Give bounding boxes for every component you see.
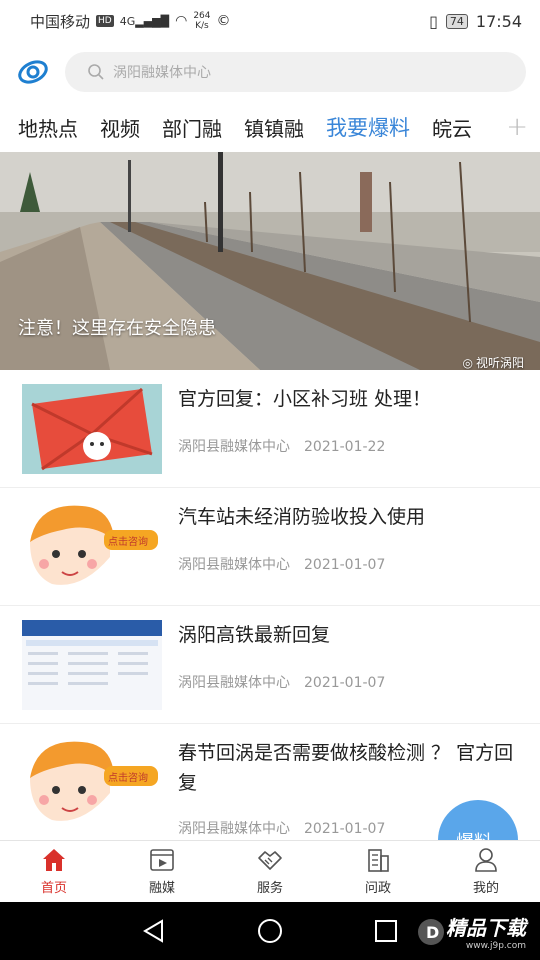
article-title: 汽车站未经消防验收投入使用 (178, 506, 426, 528)
watermark-text: 精品下载 (446, 916, 526, 940)
article-source: 涡阳县融媒体中心 (178, 821, 290, 837)
app-logo-icon[interactable] (16, 55, 50, 89)
nfc-icon: © (216, 13, 231, 29)
svg-text:D: D (426, 923, 439, 942)
search-placeholder: 涡阳融媒体中心 (113, 65, 211, 81)
tab-report[interactable]: 我要爆料 (326, 112, 410, 142)
hd-badge: HD (96, 15, 114, 27)
search-header: 涡阳融媒体中心 (0, 46, 540, 98)
article-source: 涡阳县融媒体中心 (178, 557, 290, 573)
tab-department[interactable]: 部门融 (162, 113, 222, 142)
clock: 17:54 (475, 11, 522, 31)
banner-image[interactable]: 注意！这里存在安全隐患 ◎ 视听涡阳 (0, 152, 540, 370)
carrier-label: 中国移动 (30, 12, 91, 31)
nav-label: 融媒 (148, 881, 175, 896)
article-meta: 涡阳县融媒体中心 2021-01-07 (178, 554, 385, 574)
home-icon (43, 849, 65, 871)
nav-label: 服务 (256, 881, 283, 896)
back-icon[interactable] (140, 917, 168, 945)
tab-wanyun[interactable]: 皖云 (432, 113, 472, 142)
article-source: 涡阳县融媒体中心 (178, 439, 290, 455)
handshake-icon (258, 851, 282, 870)
article-date: 2021-01-07 (304, 821, 386, 837)
article-thumbnail: 点击咨询 (22, 738, 162, 828)
article-thumbnail: 点击咨询 (22, 502, 162, 592)
thumbnail-badge: 点击咨询 (108, 773, 148, 784)
tab-video[interactable]: 视频 (100, 113, 140, 142)
article-source: 涡阳县融媒体中心 (178, 675, 290, 691)
watermark: D 精品下载 www.j9p.com (416, 912, 526, 951)
nav-service[interactable]: 服务 (216, 841, 324, 902)
list-item[interactable]: 点击咨询 汽车站未经消防验收投入使用 涡阳县融媒体中心 2021-01-07 (0, 488, 540, 606)
video-icon (150, 849, 174, 871)
article-date: 2021-01-22 (304, 439, 386, 455)
article-list: 官方回复：小区补习班 处理！ 涡阳县融媒体中心 2021-01-22 点击咨询 汽… (0, 370, 540, 840)
building-icon (368, 849, 389, 872)
nav-label: 问政 (364, 881, 391, 896)
nav-label: 首页 (40, 881, 67, 896)
list-item[interactable]: 官方回复：小区补习班 处理！ 涡阳县融媒体中心 2021-01-22 (0, 370, 540, 488)
vibrate-icon: ▯ (429, 11, 438, 31)
wechat-icon: ◎ (462, 355, 473, 370)
nav-profile[interactable]: 我的 (432, 841, 540, 902)
nav-home[interactable]: 首页 (0, 841, 108, 902)
home-button-icon[interactable] (256, 917, 284, 945)
article-date: 2021-01-07 (304, 557, 386, 573)
search-icon (88, 64, 104, 80)
watermark-logo-icon: D (418, 918, 444, 945)
article-meta: 涡阳县融媒体中心 2021-01-07 (178, 672, 385, 692)
article-thumbnail (22, 620, 162, 710)
nav-media[interactable]: 融媒 (108, 841, 216, 902)
network-speed: 264 K/s (193, 11, 211, 31)
watermark-url: www.j9p.com (465, 941, 526, 951)
thumbnail-badge: 点击咨询 (108, 537, 148, 548)
system-nav-bar: D 精品下载 www.j9p.com (0, 902, 540, 960)
article-thumbnail (22, 384, 162, 474)
article-title: 涡阳高铁最新回复 (178, 624, 331, 646)
signal-icon: 4G▂▄▆█ (119, 14, 170, 28)
banner-caption: 注意！这里存在安全隐患 (18, 318, 216, 339)
list-item[interactable]: 涡阳高铁最新回复 涡阳县融媒体中心 2021-01-07 (0, 606, 540, 724)
battery-icon: 74 (445, 13, 468, 29)
article-date: 2021-01-07 (304, 675, 386, 691)
bottom-nav: 首页 融媒 服务 问政 我的 (0, 840, 540, 902)
article-title: 春节回涡是否需要做核酸检测 ？ 官方回复 (178, 742, 514, 794)
search-input[interactable]: 涡阳融媒体中心 (65, 52, 526, 92)
nav-label: 我的 (472, 881, 499, 896)
banner-watermark: ◎ 视听涡阳 (462, 355, 525, 371)
status-bar: 中国移动 HD 4G▂▄▆█ ◠ 264 K/s © ▯ 74 17:54 (0, 0, 540, 42)
article-meta: 涡阳县融媒体中心 2021-01-22 (178, 436, 385, 456)
wifi-icon: ◠ (175, 13, 188, 29)
channel-tabs: 地热点 视频 部门融 镇镇融 我要爆料 皖云 + (0, 104, 540, 150)
article-meta: 涡阳县融媒体中心 2021-01-07 (178, 818, 385, 838)
nav-inquiry[interactable]: 问政 (324, 841, 432, 902)
article-title: 官方回复：小区补习班 处理！ (178, 388, 432, 410)
tab-hotspot[interactable]: 地热点 (18, 113, 78, 142)
user-icon (475, 848, 497, 872)
recents-icon[interactable] (372, 917, 400, 945)
tab-towns[interactable]: 镇镇融 (244, 113, 304, 142)
add-channel-icon[interactable]: + (506, 112, 528, 142)
